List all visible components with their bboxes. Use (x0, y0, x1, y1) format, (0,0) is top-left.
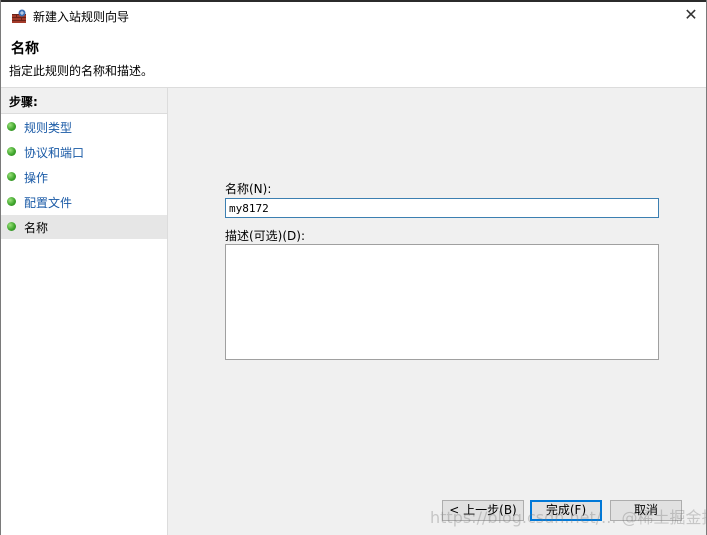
step-current-icon (7, 222, 16, 231)
step-complete-icon (7, 197, 16, 206)
step-complete-icon (7, 122, 16, 131)
sidebar-item-rule-type[interactable]: 规则类型 (1, 115, 167, 139)
description-label: 描述(可选)(D): (225, 229, 306, 243)
title-bar: 新建入站规则向导 ✕ (1, 0, 706, 30)
finish-button[interactable]: 完成(F) (530, 500, 602, 521)
name-label: 名称(N): (225, 182, 272, 196)
page-title: 名称 (11, 41, 39, 57)
firewall-icon (12, 9, 26, 23)
sidebar-item-label: 名称 (24, 221, 49, 235)
close-icon: ✕ (684, 5, 698, 24)
sidebar-item-label: 操作 (24, 171, 49, 185)
cancel-button[interactable]: 取消 (610, 500, 682, 521)
sidebar-item-profile[interactable]: 配置文件 (1, 190, 167, 214)
sidebar-item-label: 协议和端口 (24, 146, 85, 160)
close-button[interactable]: ✕ (676, 2, 706, 30)
sidebar-item-label: 规则类型 (24, 121, 73, 135)
window-title: 新建入站规则向导 (33, 10, 130, 24)
steps-sidebar: 步骤: 规则类型 协议和端口 操作 配置文件 名称 (1, 88, 168, 535)
sidebar-item-protocol-ports[interactable]: 协议和端口 (1, 140, 167, 164)
sidebar-item-label: 配置文件 (24, 196, 73, 210)
page-header: 名称 指定此规则的名称和描述。 (1, 30, 706, 88)
sidebar-item-action[interactable]: 操作 (1, 165, 167, 189)
page-description: 指定此规则的名称和描述。 (9, 64, 154, 78)
back-button[interactable]: < 上一步(B) (442, 500, 524, 521)
step-complete-icon (7, 147, 16, 156)
step-complete-icon (7, 172, 16, 181)
wizard-window: 新建入站规则向导 ✕ 名称 指定此规则的名称和描述。 步骤: 规则类型 协议和端… (0, 0, 707, 535)
description-textarea[interactable] (225, 244, 659, 360)
steps-title: 步骤: (9, 95, 38, 109)
steps-header: 步骤: (1, 88, 167, 114)
main-panel: 名称(N): 描述(可选)(D): < 上一步(B) 完成(F) 取消 http… (168, 88, 707, 535)
sidebar-item-name[interactable]: 名称 (1, 215, 167, 239)
name-input[interactable] (225, 198, 659, 218)
